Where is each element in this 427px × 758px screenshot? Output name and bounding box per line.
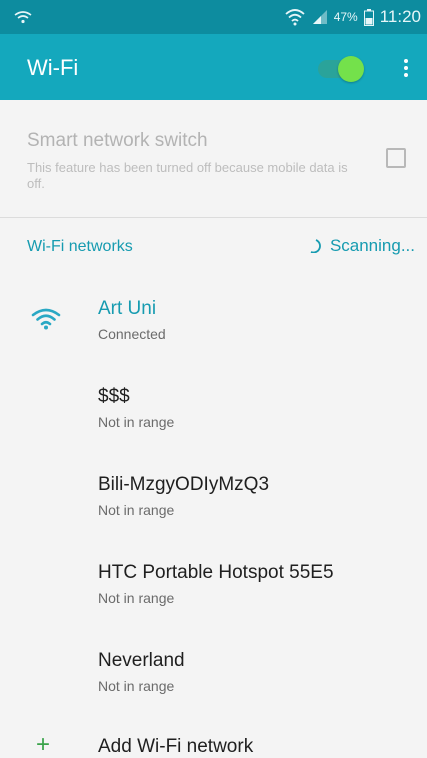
more-options-icon[interactable]: [396, 59, 416, 83]
network-item[interactable]: HTC Portable Hotspot 55E5 Not in range: [0, 562, 427, 622]
network-name: Neverland: [98, 650, 185, 671]
status-right: 47% 11:20: [284, 7, 421, 27]
battery-icon: [363, 8, 374, 26]
network-status: Not in range: [98, 414, 175, 430]
network-item[interactable]: Art Uni Connected: [0, 298, 427, 358]
wifi-toggle[interactable]: [318, 56, 364, 82]
network-status: Not in range: [98, 590, 175, 606]
smart-network-label: Smart network switch: [27, 130, 208, 151]
app-bar: Wi-Fi: [0, 34, 427, 100]
network-status: Not in range: [98, 502, 175, 518]
spinner-icon: [310, 239, 321, 253]
scanning-indicator: Scanning...: [309, 236, 415, 256]
page-title: Wi-Fi: [27, 55, 79, 80]
smart-network-checkbox[interactable]: [386, 148, 406, 168]
cell-signal-icon: [312, 10, 327, 24]
network-name: HTC Portable Hotspot 55E5: [98, 562, 334, 583]
scanning-label: Scanning...: [329, 236, 415, 255]
status-bar: 47% 11:20: [0, 0, 427, 34]
network-item[interactable]: $$$ Not in range: [0, 386, 427, 446]
divider: [0, 217, 427, 218]
network-item[interactable]: Bili-MzgyODIyMzQ3 Not in range: [0, 474, 427, 534]
network-name: $$$: [98, 386, 130, 407]
network-status: Connected: [98, 326, 166, 342]
smart-network-description: This feature has been turned off because…: [27, 160, 348, 191]
add-wifi-network-row[interactable]: + Add Wi-Fi network: [0, 733, 427, 758]
network-item[interactable]: Neverland Not in range: [0, 650, 427, 710]
wifi-networks-header: Wi-Fi networks: [27, 238, 133, 255]
plus-icon: +: [36, 731, 51, 758]
toggle-knob: [338, 56, 364, 82]
network-status: Not in range: [98, 678, 175, 694]
wifi-calling-icon: [14, 11, 32, 24]
add-wifi-network-label: Add Wi-Fi network: [98, 736, 254, 757]
battery-percent: 47%: [333, 10, 358, 24]
wifi-signal-icon: [31, 308, 61, 330]
smart-network-switch-row[interactable]: Smart network switch This feature has be…: [0, 100, 427, 218]
clock: 11:20: [379, 7, 421, 26]
wifi-signal-icon: [285, 9, 305, 26]
network-name: Bili-MzgyODIyMzQ3: [98, 474, 270, 495]
network-name: Art Uni: [98, 298, 157, 319]
